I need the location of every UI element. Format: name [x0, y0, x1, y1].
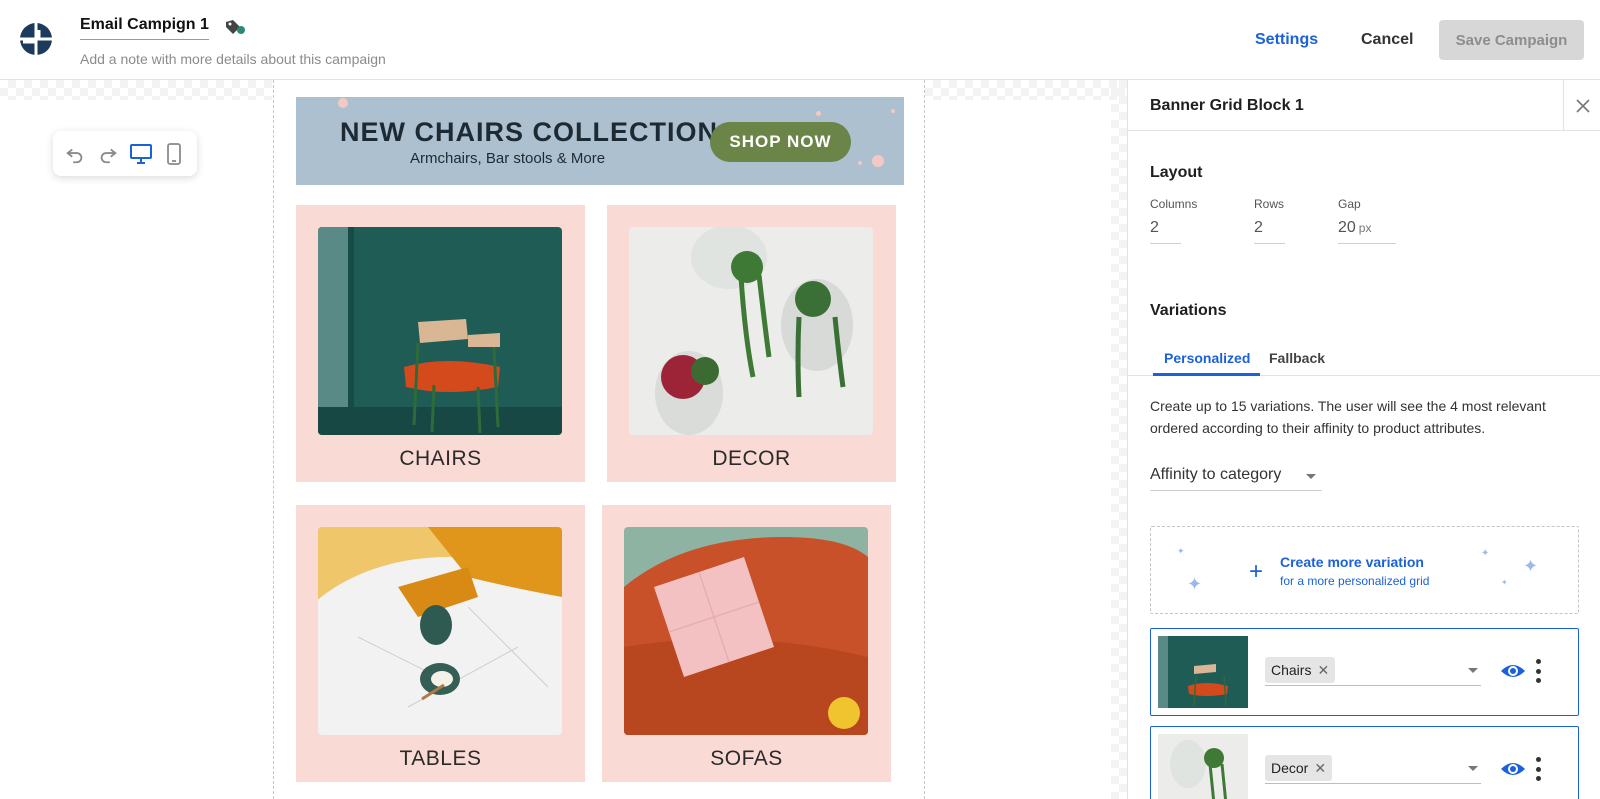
variations-tabs: Personalized Fallback: [1128, 340, 1600, 376]
tag-icon[interactable]: [224, 18, 250, 38]
desktop-icon[interactable]: [129, 142, 153, 166]
editor-canvas: NEW CHAIRS COLLECTION Armchairs, Bar sto…: [0, 80, 1127, 799]
gap-input[interactable]: 20 px: [1338, 219, 1396, 244]
tag-chip-label: Decor: [1271, 760, 1309, 776]
grid-card-decor[interactable]: DECOR: [607, 205, 896, 482]
sparkle-icon: ✦: [1481, 548, 1490, 559]
properties-panel: Banner Grid Block 1 Layout Columns 2 Row…: [1127, 80, 1600, 799]
grid-card-chairs[interactable]: CHAIRS: [296, 205, 585, 482]
eye-icon[interactable]: [1500, 661, 1526, 681]
chevron-down-icon[interactable]: [1468, 766, 1478, 771]
card-label: CHAIRS: [399, 447, 482, 470]
gap-field: Gap 20 px: [1338, 197, 1396, 244]
create-variation-subtitle: for a more personalized grid: [1280, 574, 1430, 588]
variation-thumbnail: [1158, 636, 1248, 708]
sparkle-icon: ✦: [1501, 578, 1508, 587]
banner-title: NEW CHAIRS COLLECTION: [340, 117, 718, 147]
gap-label: Gap: [1338, 197, 1361, 211]
tab-personalized[interactable]: Personalized: [1164, 350, 1250, 366]
redo-icon[interactable]: [96, 142, 120, 166]
columns-input[interactable]: 2: [1150, 219, 1181, 244]
create-variation-title: Create more variation: [1280, 554, 1424, 570]
tag-chip: Decor ✕: [1265, 755, 1333, 781]
gap-value: 20: [1338, 219, 1356, 236]
rows-input[interactable]: 2: [1254, 219, 1285, 244]
chevron-down-icon[interactable]: [1468, 668, 1478, 673]
save-campaign-button[interactable]: Save Campaign: [1439, 20, 1584, 60]
rows-field: Rows 2: [1254, 197, 1285, 244]
variations-heading: Variations: [1150, 302, 1227, 319]
columns-label: Columns: [1150, 197, 1198, 211]
tag-chip-label: Chairs: [1271, 662, 1312, 678]
variation-item[interactable]: Chairs ✕: [1150, 628, 1579, 716]
campaign-title[interactable]: Email Campign 1: [80, 16, 209, 40]
cancel-link[interactable]: Cancel: [1361, 31, 1413, 49]
grid-card-tables[interactable]: TABLES: [296, 505, 585, 782]
sparkle-icon: ✦: [1523, 556, 1539, 576]
editor-toolbar: [53, 131, 197, 176]
panel-title: Banner Grid Block 1: [1150, 97, 1304, 114]
promo-banner[interactable]: NEW CHAIRS COLLECTION Armchairs, Bar sto…: [296, 97, 904, 185]
sofas-image: [624, 527, 868, 735]
card-label: SOFAS: [710, 747, 783, 770]
tab-fallback[interactable]: Fallback: [1269, 350, 1325, 366]
card-label: DECOR: [712, 447, 791, 470]
email-preview: NEW CHAIRS COLLECTION Armchairs, Bar sto…: [273, 80, 925, 799]
eye-icon[interactable]: [1500, 759, 1526, 779]
variations-description: Create up to 15 variations. The user wil…: [1150, 398, 1546, 436]
sparkle-icon: ✦: [1187, 574, 1203, 594]
more-options-icon[interactable]: [1535, 757, 1541, 781]
chevron-down-icon: [1306, 474, 1316, 479]
campaign-note-input[interactable]: Add a note with more details about this …: [80, 51, 386, 67]
affinity-select-value: Affinity to category: [1150, 466, 1282, 483]
variation-item[interactable]: Decor ✕: [1150, 726, 1579, 799]
panel-header: Banner Grid Block 1: [1128, 80, 1600, 131]
grid-card-sofas[interactable]: SOFAS: [602, 505, 891, 782]
mobile-icon[interactable]: [162, 142, 186, 166]
affinity-select[interactable]: Affinity to category: [1150, 466, 1322, 491]
chairs-image: [318, 227, 562, 435]
tables-image: [318, 527, 562, 735]
tag-chip: Chairs ✕: [1265, 657, 1336, 683]
layout-heading: Layout: [1150, 164, 1203, 181]
card-label: TABLES: [399, 747, 482, 770]
variation-thumbnail: [1158, 734, 1248, 799]
columns-field: Columns 2: [1150, 197, 1197, 244]
app-logo-icon[interactable]: [20, 23, 52, 55]
more-options-icon[interactable]: [1535, 659, 1541, 683]
close-icon[interactable]: [1563, 80, 1600, 131]
gap-unit: px: [1358, 221, 1372, 235]
banner-subtitle: Armchairs, Bar stools & More: [410, 150, 606, 167]
undo-icon[interactable]: [63, 142, 87, 166]
plus-icon: +: [1249, 558, 1264, 585]
remove-tag-icon[interactable]: ✕: [1317, 662, 1329, 679]
top-bar: Email Campign 1 Add a note with more det…: [0, 0, 1600, 80]
rows-label: Rows: [1254, 197, 1285, 211]
remove-tag-icon[interactable]: ✕: [1314, 760, 1326, 777]
decor-image: [629, 227, 873, 435]
sparkle-icon: ✦: [1177, 546, 1185, 556]
create-variation-button[interactable]: ✦ ✦ ✦ ✦ ✦ + Create more variation for a …: [1150, 526, 1579, 614]
settings-link[interactable]: Settings: [1255, 31, 1318, 49]
shop-now-button[interactable]: SHOP NOW: [710, 122, 851, 162]
